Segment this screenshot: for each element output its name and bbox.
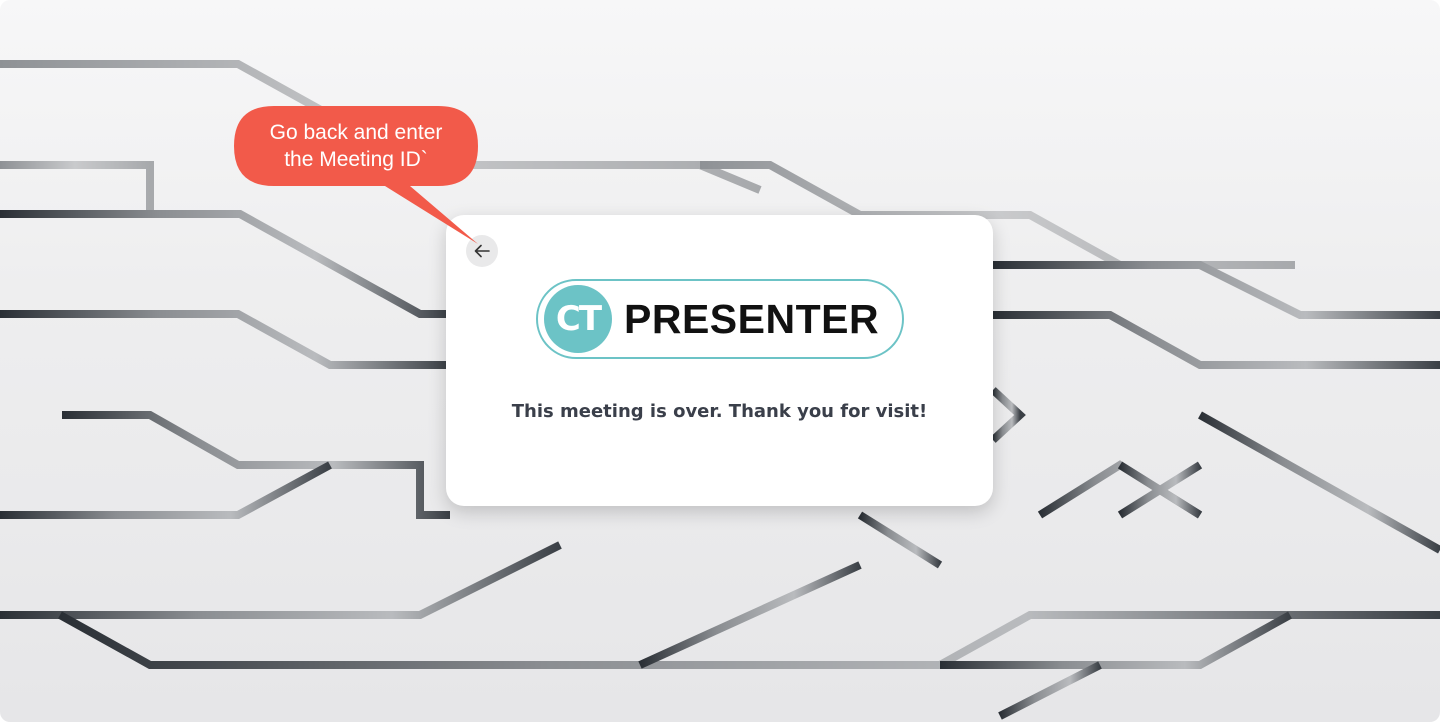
logo-wordmark: PRESENTER <box>624 295 880 342</box>
callout-line-1: Go back and enter <box>269 121 443 144</box>
callout-text: Go back and enter the Meeting ID` <box>234 106 478 186</box>
meeting-over-message: This meeting is over. Thank you for visi… <box>511 401 928 422</box>
meeting-ended-card: CT PRESENTER This meeting is over. Thank… <box>446 215 993 506</box>
arrow-left-icon <box>474 244 490 258</box>
ct-presenter-logo: CT PRESENTER <box>536 279 904 359</box>
logo-mark: CT <box>544 285 612 353</box>
callout-line-2: the Meeting ID` <box>284 148 428 171</box>
back-button[interactable] <box>466 235 498 267</box>
page-background: CT PRESENTER This meeting is over. Thank… <box>0 0 1440 722</box>
